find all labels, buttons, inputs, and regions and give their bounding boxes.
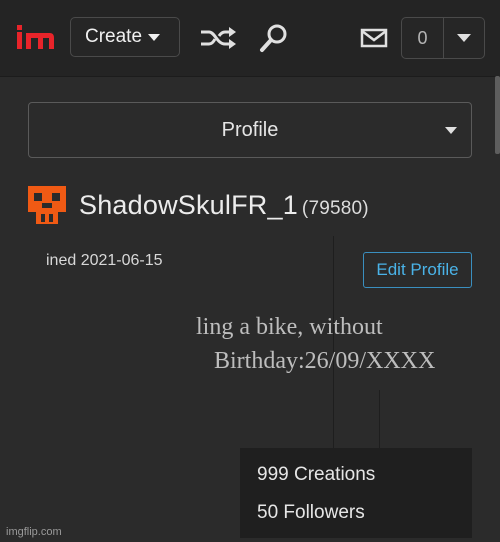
messages-button[interactable] [354,20,394,56]
profile-select[interactable]: Profile [28,102,472,158]
search-icon [260,24,287,52]
chevron-down-icon [457,34,471,42]
creations-count[interactable]: 999 Creations [257,464,375,486]
create-button[interactable]: Create [70,17,180,57]
chevron-down-icon [445,127,457,134]
stats-panel: 999 Creations 50 Followers [240,448,472,538]
mail-icon [360,28,388,48]
imgflip-watermark: imgflip.com [6,526,62,538]
chevron-down-icon [148,33,161,41]
username: ShadowSkulFR_1 (79580) [79,190,369,221]
shuffle-button[interactable] [198,20,238,56]
bio-line-1: ling a bike, without [196,314,383,340]
shuffle-icon [201,27,236,49]
divider-line [379,390,380,450]
search-button[interactable] [254,20,294,56]
create-label: Create [85,26,143,47]
user-menu-dropdown[interactable] [444,18,484,58]
notification-count[interactable]: 0 [402,18,444,58]
followers-count[interactable]: 50 Followers [257,502,365,524]
avatar[interactable] [28,186,66,224]
top-navbar: Create 0 [0,0,500,77]
imgflip-logo[interactable] [14,20,56,54]
logo-im-icon [17,25,54,49]
joined-date: ined 2021-06-15 [46,252,163,269]
avatar-skull-icon [28,186,66,224]
notifications-group: 0 [401,17,485,59]
scrollbar[interactable] [495,76,500,154]
edit-profile-button[interactable]: Edit Profile [363,252,472,288]
user-points: (79580) [301,198,369,219]
username-text: ShadowSkulFR_1 [79,190,298,220]
bio-line-2: Birthday:26/09/XXXX [214,348,436,374]
profile-bio: ling a bike, without Birthday:26/09/XXXX [196,310,435,378]
profile-select-label: Profile [221,118,279,141]
